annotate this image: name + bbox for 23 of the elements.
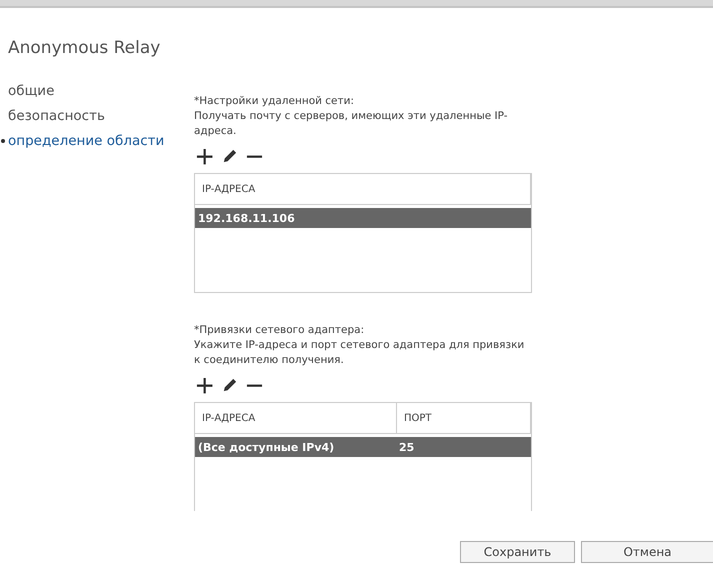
table-cell-text: (Все доступные IPv4) (197, 440, 336, 454)
add-icon[interactable] (196, 148, 213, 164)
section-description: Укажите IP-адреса и порт сетевого адаптера для привязки к соединителю получения. (194, 338, 526, 368)
section-label: *Настройки удаленной сети: (194, 94, 355, 109)
section-label: *Привязки сетевого адаптера: (194, 323, 366, 338)
column-header[interactable]: ПОРТ (397, 403, 531, 433)
table-cell-text: 25 (398, 440, 416, 454)
table-row[interactable]: 192.168.11.106 (195, 208, 531, 228)
section-description: Получать почту с серверов, имеющих эти удаленные IP-адреса. (194, 109, 509, 139)
edit-icon[interactable] (221, 148, 238, 164)
column-header[interactable]: IP-АДРЕСА (195, 174, 531, 204)
sidebar-item[interactable]: безопасность (8, 108, 105, 124)
column-header[interactable]: IP-АДРЕСА (195, 403, 397, 433)
table-row[interactable]: (Все доступные IPv4) 25 (195, 437, 531, 457)
table-cell-text: 192.168.11.106 (197, 212, 296, 224)
sidebar-item[interactable]: общие (8, 83, 54, 99)
sidebar-item[interactable]: определение области (8, 133, 164, 149)
edit-icon[interactable] (221, 376, 238, 394)
cancel-button[interactable]: Отмена (581, 541, 713, 563)
window-title: Anonymous Relay (7, 37, 162, 60)
save-button[interactable]: Сохранить (460, 541, 575, 563)
selection-bullet-icon (1, 139, 5, 143)
add-icon[interactable] (196, 376, 213, 394)
